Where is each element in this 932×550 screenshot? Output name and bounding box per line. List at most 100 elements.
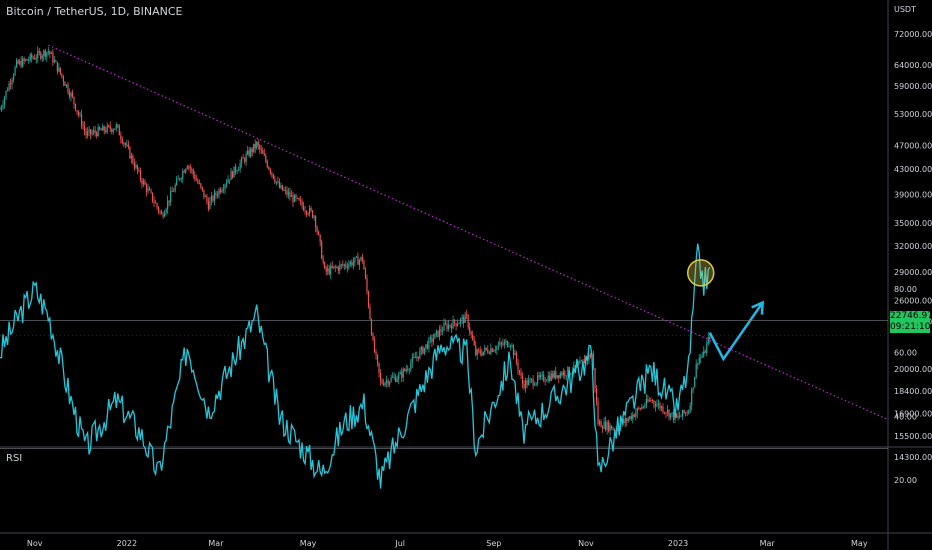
candle-body xyxy=(133,163,136,168)
candle-body xyxy=(26,59,28,61)
candle-body xyxy=(695,364,697,378)
candle-body xyxy=(467,315,469,328)
candle-body xyxy=(244,158,246,162)
candle-body xyxy=(582,359,584,361)
candle-body xyxy=(331,265,333,268)
price-tick-label: 53000.00 xyxy=(894,110,932,119)
chart-canvas: USDT 72000.00 64000.00 59000.00 53000.00 4700… xyxy=(0,0,932,550)
candle-body xyxy=(130,155,132,159)
candle-body xyxy=(272,174,274,179)
candle-body xyxy=(37,51,39,59)
candle-body xyxy=(287,192,290,195)
candle-body xyxy=(396,379,398,382)
candle-body xyxy=(538,375,540,378)
rsi-pane-label[interactable]: RSI xyxy=(6,453,22,464)
candle-body xyxy=(345,264,347,267)
rsi-highlight-circle[interactable] xyxy=(686,259,715,287)
candle-body xyxy=(665,412,667,414)
candle-body xyxy=(164,213,166,217)
candle-body xyxy=(79,114,81,116)
candle-body xyxy=(485,347,487,350)
candle-body xyxy=(299,200,302,202)
candle-body xyxy=(399,372,401,375)
candle-body xyxy=(228,179,231,181)
candle-body xyxy=(580,360,583,362)
candle-body xyxy=(207,201,210,210)
candle-body xyxy=(206,196,208,202)
candle-body xyxy=(180,178,182,180)
candle-body xyxy=(301,201,303,206)
candle-body xyxy=(154,202,157,204)
candle-body xyxy=(103,126,105,131)
candle-body xyxy=(386,380,388,383)
candle-body xyxy=(564,371,566,376)
candle-body xyxy=(62,76,65,83)
candle-body xyxy=(292,195,294,202)
time-tick-label: Nov xyxy=(27,539,43,548)
candle-body xyxy=(514,352,516,356)
candle-body xyxy=(136,165,139,171)
candle-body xyxy=(672,412,675,420)
candle-body xyxy=(547,375,549,381)
candle-body xyxy=(0,109,1,111)
candle-body xyxy=(241,157,243,164)
candle-body xyxy=(559,373,561,379)
candle-body xyxy=(450,325,453,329)
candle-body xyxy=(210,196,213,201)
rsi-tick-label: 80.00 xyxy=(894,285,917,294)
candle-body xyxy=(511,345,513,347)
candle-body xyxy=(322,258,324,263)
candle-body xyxy=(337,267,339,271)
candle-body xyxy=(138,170,140,172)
candle-body xyxy=(650,400,652,401)
candle-body xyxy=(3,97,6,105)
candle-body xyxy=(148,188,151,191)
candle-body xyxy=(106,125,108,133)
candle-body xyxy=(354,257,356,263)
candle-body xyxy=(537,375,539,383)
candle-body xyxy=(108,125,110,127)
candle-body xyxy=(123,143,125,144)
candle-body xyxy=(488,352,490,354)
symbol-title[interactable]: Bitcoin / TetherUS, 1D, BINANCE xyxy=(6,5,183,18)
candle-body xyxy=(275,181,277,183)
candle-body xyxy=(417,356,419,359)
candle-body xyxy=(506,341,509,347)
candle-body xyxy=(629,416,631,419)
bar-countdown: 09:21:10 xyxy=(890,322,931,333)
candle-body xyxy=(682,409,684,416)
candle-body xyxy=(35,58,37,60)
candle-body xyxy=(464,314,466,324)
candle-body xyxy=(546,380,548,382)
candle-body xyxy=(124,143,126,145)
candle-body xyxy=(604,421,607,430)
candle-body xyxy=(120,135,122,140)
candle-body xyxy=(499,342,501,346)
candle-body xyxy=(160,211,163,214)
candle-body xyxy=(644,405,646,407)
candle-body xyxy=(666,409,669,414)
candle-body xyxy=(212,196,214,201)
candle-body xyxy=(411,357,413,364)
candle-body xyxy=(142,180,145,185)
candle-body xyxy=(384,382,386,386)
projection-arrow[interactable] xyxy=(708,301,764,362)
candle-body xyxy=(657,403,660,405)
candle-body xyxy=(126,144,128,146)
candle-body xyxy=(145,184,148,192)
candle-body xyxy=(475,345,477,356)
candle-body xyxy=(598,421,601,425)
candle-body xyxy=(376,354,379,363)
candle-body xyxy=(438,329,441,337)
candle-body xyxy=(70,92,72,97)
candle-body xyxy=(310,207,312,211)
candle-body xyxy=(692,387,694,390)
candle-body xyxy=(482,351,484,356)
candle-body xyxy=(174,185,176,192)
candle-body xyxy=(99,127,101,130)
candle-body xyxy=(77,112,80,115)
candle-body xyxy=(56,61,58,72)
candle-body xyxy=(11,79,13,85)
candle-body xyxy=(633,414,635,417)
candle-body xyxy=(324,262,326,269)
